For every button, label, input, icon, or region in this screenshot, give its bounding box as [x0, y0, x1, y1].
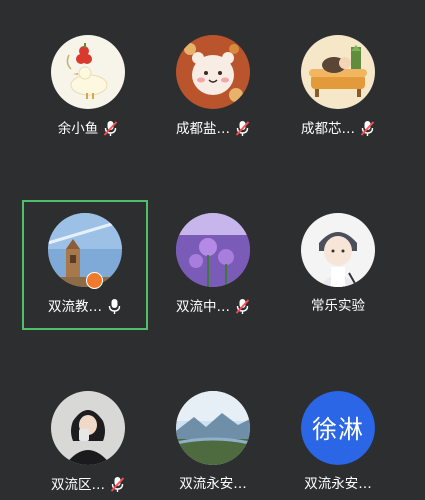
- participant-label-row: 常乐实验: [275, 298, 401, 314]
- avatar-image-landscape: [176, 391, 250, 465]
- avatar-initials: 徐淋: [301, 391, 375, 465]
- participant-label-row: 成都盐…: [150, 120, 276, 137]
- participant-tile[interactable]: 成都芯…: [275, 22, 401, 152]
- participant-name: 双流区…: [51, 476, 105, 493]
- avatar: [176, 391, 250, 465]
- avatar: [176, 213, 250, 287]
- muted-icon: [235, 121, 250, 136]
- avatar: [176, 35, 250, 109]
- avatar-image-illustration: [301, 35, 375, 109]
- participant-tile[interactable]: 双流中…: [150, 200, 276, 330]
- avatar: [51, 35, 125, 109]
- participant-label-row: 成都芯…: [275, 120, 401, 137]
- participant-label-row: 双流中…: [150, 298, 276, 315]
- avatar: 徐淋: [301, 391, 375, 465]
- participant-name: 余小鱼: [57, 120, 99, 137]
- muted-icon: [104, 121, 118, 136]
- host-badge-icon: [86, 272, 103, 289]
- avatar-image-anime-boy: [301, 213, 375, 287]
- avatar: [301, 35, 375, 109]
- participant-tile[interactable]: 徐淋 双流永安…: [275, 378, 401, 500]
- avatar: [301, 213, 375, 287]
- participant-label-row: 余小鱼: [25, 120, 151, 137]
- participant-name: 双流永安…: [304, 476, 372, 492]
- participant-name: 双流中…: [176, 298, 230, 315]
- mic-icon: [108, 299, 121, 314]
- participant-tile[interactable]: 双流区…: [25, 378, 151, 500]
- participant-name: 成都盐…: [176, 120, 230, 137]
- participant-tile-active-speaker[interactable]: 双流教…: [22, 200, 148, 330]
- participant-label-row: 双流区…: [25, 476, 151, 493]
- avatar-image-bear: [176, 35, 250, 109]
- muted-icon: [110, 477, 125, 492]
- participant-tile[interactable]: 成都盐…: [150, 22, 276, 152]
- participant-name: 双流教…: [48, 298, 102, 315]
- avatar-image-duck: [51, 35, 125, 109]
- participant-grid: 余小鱼 成都盐… 成都芯… 双流教… 双流中… 常乐实验 双流区… 双流永安… …: [0, 0, 425, 500]
- avatar-image-person: [51, 391, 125, 465]
- participant-label-row: 双流永安…: [150, 476, 276, 492]
- participant-name: 成都芯…: [301, 120, 355, 137]
- avatar-image-building: [48, 213, 122, 287]
- participant-label-row: 双流永安…: [275, 476, 401, 492]
- participant-name: 双流永安…: [179, 476, 247, 492]
- avatar: [48, 213, 122, 287]
- participant-tile[interactable]: 双流永安…: [150, 378, 276, 500]
- avatar-image-flowers: [176, 213, 250, 287]
- participant-tile[interactable]: 余小鱼: [25, 22, 151, 152]
- muted-icon: [235, 299, 250, 314]
- participant-tile[interactable]: 常乐实验: [275, 200, 401, 330]
- participant-label-row: 双流教…: [24, 298, 146, 315]
- participant-name: 常乐实验: [311, 298, 365, 314]
- avatar: [51, 391, 125, 465]
- muted-icon: [360, 121, 375, 136]
